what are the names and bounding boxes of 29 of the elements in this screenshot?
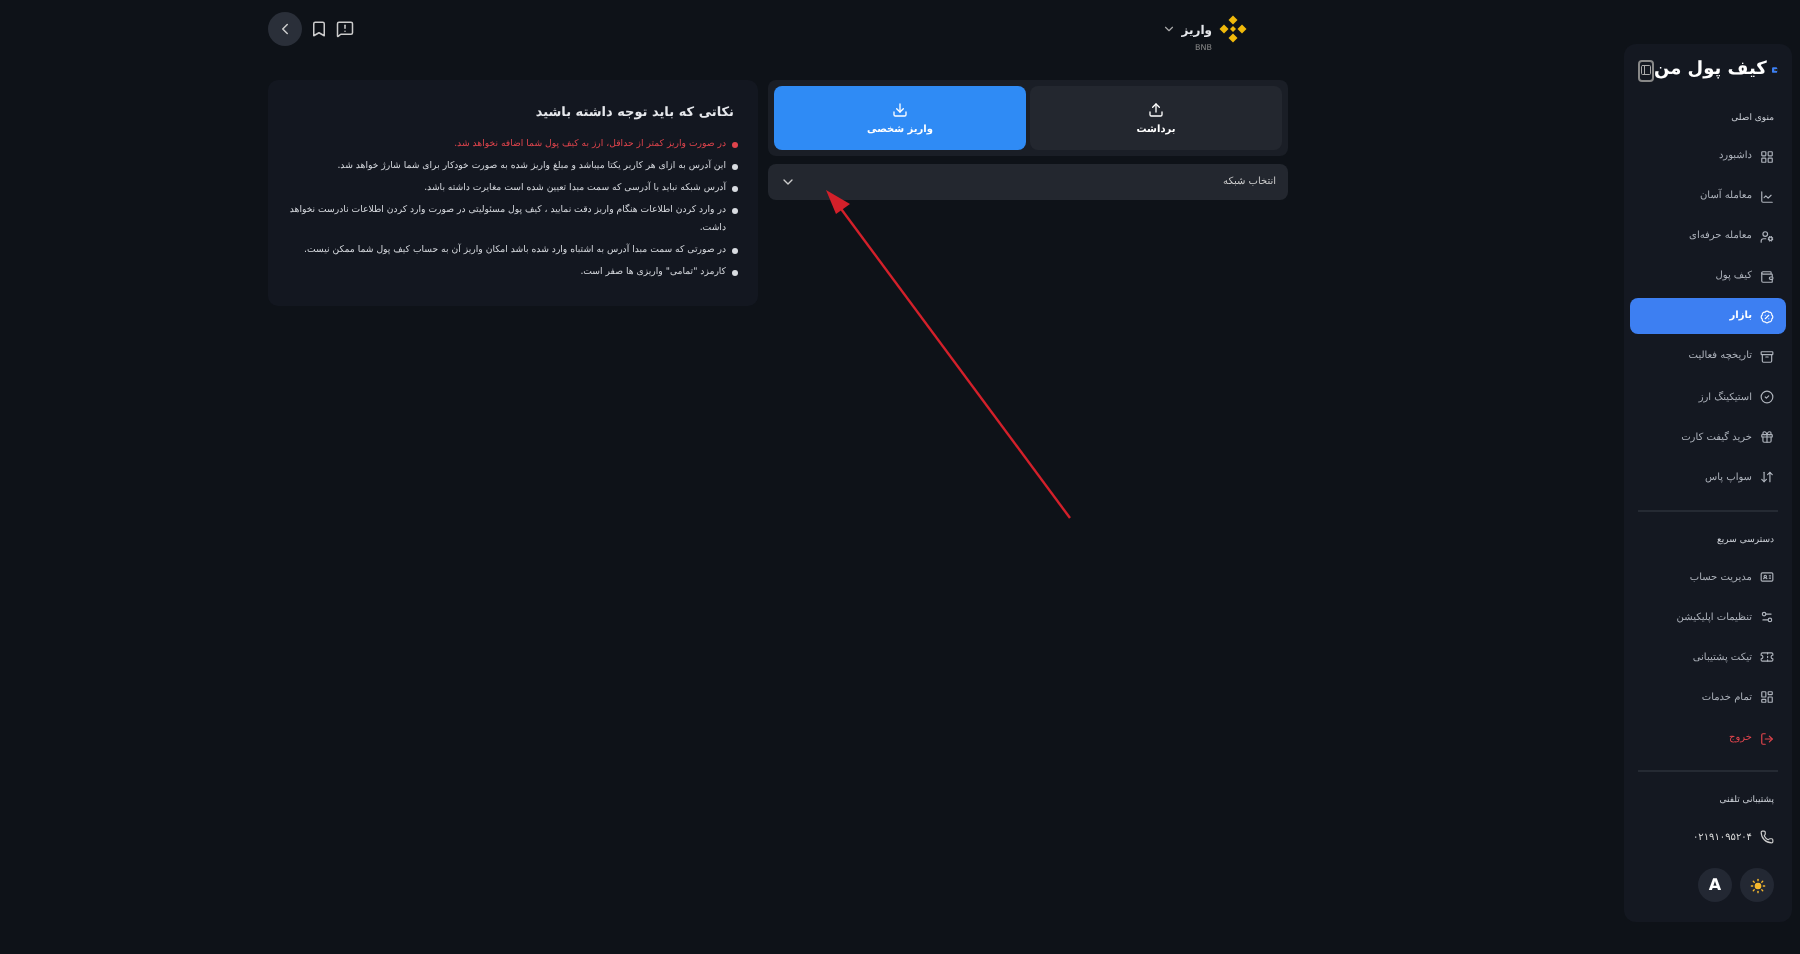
arrows-icon	[1760, 470, 1774, 485]
logo-text: کیف پول من	[1654, 60, 1769, 80]
sun-icon	[1749, 877, 1765, 893]
panel-icon	[1640, 64, 1652, 76]
bookmark-icon[interactable]	[310, 19, 328, 37]
dashboard-icon	[1760, 690, 1774, 705]
upload-icon	[1148, 101, 1164, 117]
chevron-down-icon[interactable]	[1161, 21, 1176, 35]
settings-icon	[1760, 610, 1774, 625]
grid-icon	[1760, 149, 1774, 164]
archive-icon	[1760, 349, 1774, 364]
wallet-icon	[1760, 269, 1774, 284]
user-gear-icon	[1760, 229, 1774, 244]
font-button[interactable]: A	[1698, 868, 1732, 902]
logout-icon	[1760, 731, 1774, 745]
badge-icon	[1760, 309, 1774, 324]
collapse-button[interactable]	[1638, 59, 1654, 81]
id-card-icon	[1760, 570, 1774, 585]
chevron-left-icon	[276, 19, 294, 37]
theme-button[interactable]	[1740, 868, 1774, 902]
download-icon	[892, 101, 908, 117]
coin-logo-icon	[1218, 13, 1248, 43]
check-circle-icon	[1760, 390, 1774, 404]
phone-icon	[1760, 830, 1774, 844]
ticket-icon	[1760, 650, 1774, 665]
report-icon[interactable]	[336, 19, 354, 37]
gift-icon	[1760, 430, 1774, 445]
chart-icon	[1760, 189, 1774, 204]
chevron-down-icon	[780, 174, 796, 190]
